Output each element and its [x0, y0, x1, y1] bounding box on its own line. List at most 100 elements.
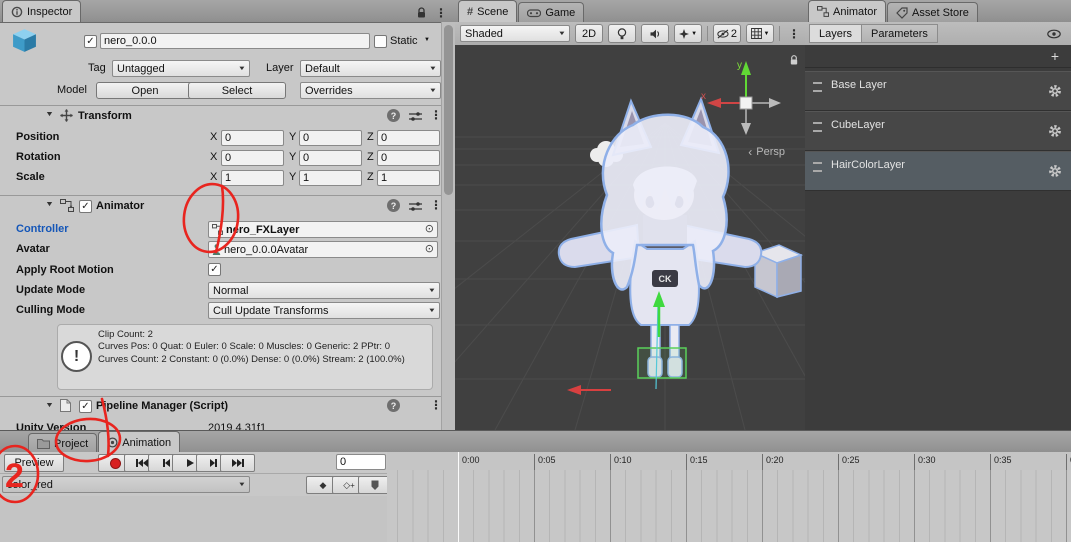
pipeline-title: Pipeline Manager (Script): [96, 400, 229, 412]
pipeline-enabled-checkbox[interactable]: ✓: [79, 400, 92, 413]
clip-dropdown[interactable]: color_red ▼: [2, 476, 250, 493]
layer-row-haircolor[interactable]: HairColorLayer: [805, 151, 1071, 191]
inspector-menu-icon[interactable]: ⋮: [435, 7, 447, 19]
tab-parameters[interactable]: Parameters: [861, 24, 938, 43]
model-select-button[interactable]: Select: [188, 82, 286, 99]
tab-animation[interactable]: Animation: [98, 431, 181, 453]
scene-panel: # Scene Game Shaded ▼ 2D ▼ 2 ▼ ⋮ CK y x …: [455, 0, 806, 430]
frame-field[interactable]: [336, 454, 386, 470]
scale-z-field[interactable]: 1: [377, 170, 440, 186]
drag-handle-icon[interactable]: [813, 162, 822, 172]
gameobject-name-input[interactable]: [100, 33, 370, 49]
scene-menu-icon[interactable]: ⋮: [788, 28, 800, 40]
info-icon: !: [61, 341, 92, 372]
tab-game[interactable]: Game: [518, 2, 585, 22]
playhead[interactable]: [458, 452, 459, 542]
object-picker-icon[interactable]: ⊙: [425, 224, 434, 235]
layer-label: Layer: [266, 62, 294, 74]
help-icon[interactable]: ?: [387, 399, 400, 412]
transform-title: Transform: [78, 110, 132, 122]
lock-icon[interactable]: [416, 7, 427, 19]
tab-project[interactable]: Project: [28, 433, 98, 453]
chevron-down-icon: ▼: [428, 65, 438, 72]
dopesheet-left: Add Property: [0, 496, 387, 542]
timeline-tracks[interactable]: [387, 470, 1071, 542]
model-open-button[interactable]: Open: [96, 82, 194, 99]
drag-handle-icon[interactable]: [813, 82, 822, 92]
layer-row-base[interactable]: Base Layer: [805, 71, 1071, 111]
inspector-scrollbar[interactable]: [441, 22, 455, 430]
static-checkbox[interactable]: [374, 35, 387, 48]
avatar-object-field[interactable]: nero_0.0.0Avatar ⊙: [208, 241, 438, 258]
toggle-2d-button[interactable]: 2D: [575, 24, 604, 43]
lighting-toggle-button[interactable]: [608, 24, 637, 43]
add-layer-button[interactable]: +: [1051, 48, 1059, 64]
visibility-toggle-button[interactable]: 2: [713, 24, 741, 43]
last-key-button[interactable]: [220, 454, 255, 472]
prev-key-icon: [162, 459, 170, 467]
scene-tabstrip: # Scene Game: [455, 0, 805, 23]
foldout-icon[interactable]: ▼: [45, 402, 54, 409]
gameobject-active-checkbox[interactable]: ✓: [84, 35, 97, 48]
audio-toggle-button[interactable]: [641, 24, 670, 43]
tab-inspector[interactable]: Inspector: [2, 0, 82, 22]
animator-enabled-checkbox[interactable]: ✓: [79, 200, 92, 213]
tab-scene[interactable]: # Scene: [458, 0, 518, 22]
timeline-ruler[interactable]: 0:00 0:05 0:10 0:15 0:20 0:25 0:30 0:35 …: [387, 452, 1071, 471]
ruler-tick: 0:30: [914, 454, 936, 470]
prefab-cube-icon: [13, 29, 36, 52]
shading-mode-dropdown[interactable]: Shaded ▼: [460, 25, 571, 42]
rotation-y-field[interactable]: 0: [299, 150, 362, 166]
gear-icon[interactable]: [1048, 84, 1062, 98]
perspective-label[interactable]: ‹ Persp: [748, 145, 785, 159]
grid-dropdown-button[interactable]: ▼: [746, 24, 774, 43]
gear-icon[interactable]: [1048, 164, 1062, 178]
static-chevron-icon[interactable]: ▼: [424, 37, 430, 43]
scrollbar-thumb[interactable]: [444, 25, 453, 195]
rotation-x-field[interactable]: 0: [221, 150, 284, 166]
culling-mode-dropdown[interactable]: Cull Update Transforms ▼: [208, 302, 440, 319]
drag-handle-icon[interactable]: [813, 122, 822, 132]
object-picker-icon[interactable]: ⊙: [425, 244, 434, 255]
controller-object-field[interactable]: nero_FXLayer ⊙: [208, 221, 438, 238]
info-line: Clip Count: 2: [98, 329, 153, 340]
preset-icon[interactable]: [409, 111, 422, 122]
tab-animator[interactable]: Animator: [808, 0, 887, 22]
help-icon[interactable]: ?: [387, 109, 400, 122]
foldout-icon[interactable]: ▼: [45, 111, 54, 118]
tag-dropdown[interactable]: Untagged ▼: [112, 60, 250, 77]
tab-layers[interactable]: Layers: [809, 24, 863, 43]
timeline[interactable]: 0:00 0:05 0:10 0:15 0:20 0:25 0:30 0:35 …: [387, 452, 1071, 542]
layer-row-cube[interactable]: CubeLayer: [805, 111, 1071, 151]
effects-dropdown-button[interactable]: ▼: [674, 24, 703, 43]
eye-icon[interactable]: [1047, 29, 1061, 39]
position-z-field[interactable]: 0: [377, 130, 440, 146]
position-y-field[interactable]: 0: [299, 130, 362, 146]
scene-viewport[interactable]: CK y x ‹ Persp: [455, 45, 805, 430]
selection-bounds: [637, 347, 687, 379]
hidden-count: 2: [730, 27, 737, 40]
chest-emblem-text: CK: [659, 274, 672, 284]
rotation-z-field[interactable]: 0: [377, 150, 440, 166]
clip-row: color_red ▼ ◆ ◇ +: [0, 473, 392, 497]
position-x-field[interactable]: 0: [221, 130, 284, 146]
unity-editor: Inspector ⋮ ✓ Static ▼ Tag Untagged▼ Lay…: [0, 0, 1071, 542]
tab-asset-store[interactable]: Asset Store: [887, 2, 978, 22]
help-icon[interactable]: ?: [387, 199, 400, 212]
gear-icon[interactable]: [1048, 124, 1062, 138]
scale-x-field[interactable]: 1: [221, 170, 284, 186]
scale-y-field[interactable]: 1: [299, 170, 362, 186]
layer-dropdown[interactable]: Default ▼: [300, 60, 441, 77]
viewport-lock-icon[interactable]: [789, 55, 799, 66]
axis-gizmo[interactable]: y x: [701, 53, 791, 148]
divider: [805, 67, 1071, 68]
preset-icon[interactable]: [409, 201, 422, 212]
model-overrides-dropdown[interactable]: Overrides ▼: [300, 82, 441, 99]
update-mode-dropdown[interactable]: Normal ▼: [208, 282, 440, 299]
play-icon: [186, 459, 194, 467]
apply-root-motion-checkbox[interactable]: ✓: [208, 263, 221, 276]
preview-toggle-button[interactable]: Preview: [4, 454, 64, 472]
first-key-icon: [135, 459, 148, 467]
foldout-icon[interactable]: ▼: [45, 201, 54, 208]
animator-panel: Animator Asset Store Layers Parameters +…: [805, 0, 1071, 430]
